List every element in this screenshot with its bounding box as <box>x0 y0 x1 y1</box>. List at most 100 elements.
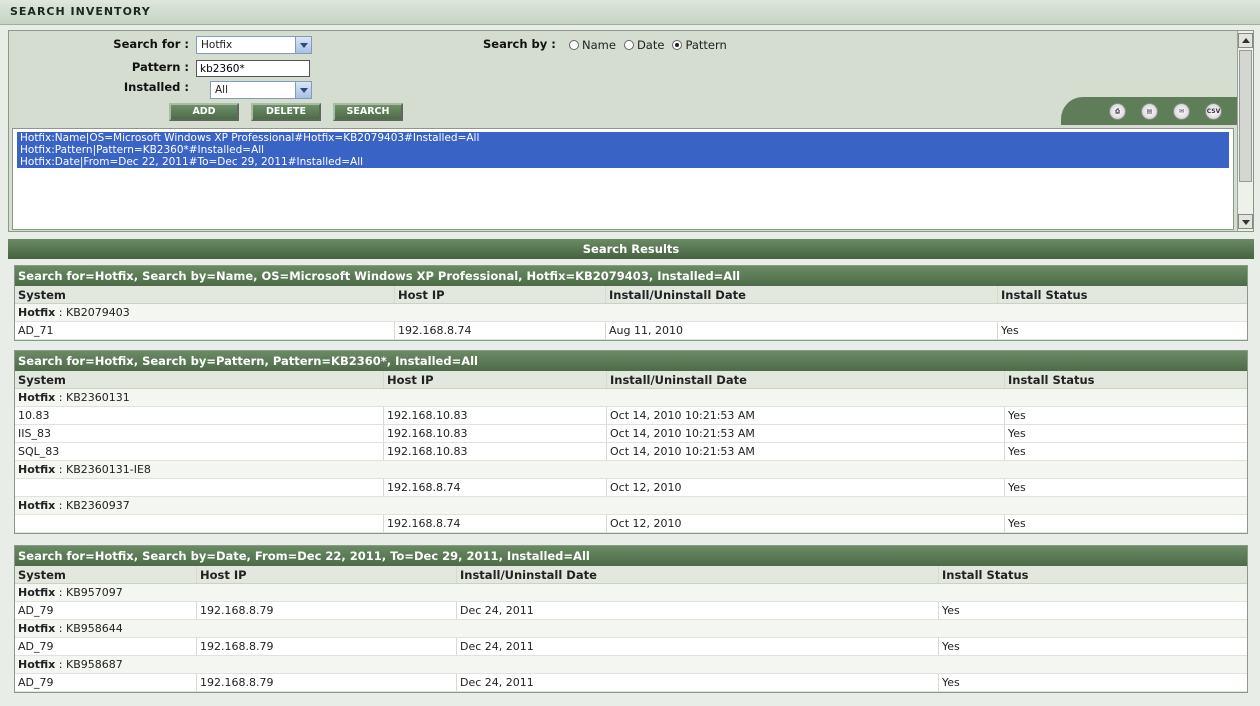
hotfix-key: Hotfix <box>18 391 56 404</box>
add-button[interactable]: ADD <box>169 103 239 121</box>
table-row[interactable]: IIS_83 192.168.10.83 Oct 14, 2010 10:21:53… <box>15 425 1247 443</box>
column-header: Install Status <box>1004 371 1095 388</box>
hotfix-key: Hotfix <box>18 306 56 319</box>
hotfix-group-row: Hotfix : KB2360131-IE8 <box>15 461 1247 479</box>
hotfix-id: : KB2360131 <box>55 391 130 404</box>
hotfix-group-row: Hotfix : KB2360937 <box>15 497 1247 515</box>
radio-pattern-label[interactable]: Pattern <box>685 38 726 52</box>
result-block: Search for=Hotfix, Search by=Name, OS=Mi… <box>14 265 1248 341</box>
search-form-panel: Search for : Hotfix Pattern : Installed … <box>8 30 1254 232</box>
list-item[interactable]: Hotfix:Name|OS=Microsoft Windows XP Prof… <box>17 132 1229 144</box>
scroll-up-icon[interactable] <box>1238 33 1253 48</box>
pattern-label: Pattern : <box>131 60 189 74</box>
table-cell: 192.168.10.83 <box>383 407 467 424</box>
pdf-icon[interactable]: ▤ <box>1141 103 1158 120</box>
column-header: Install Status <box>938 566 1029 583</box>
search-button[interactable]: SEARCH <box>333 103 403 121</box>
hotfix-group-row: Hotfix : KB957097 <box>15 584 1247 602</box>
hotfix-label: Hotfix : KB2360937 <box>15 497 130 514</box>
table-cell: AD_79 <box>18 676 54 689</box>
vertical-scrollbar[interactable] <box>1237 31 1253 231</box>
hotfix-group-row: Hotfix : KB2079403 <box>15 304 1247 322</box>
column-header: Install Status <box>997 286 1088 303</box>
table-cell: Yes <box>938 638 960 655</box>
column-header: System <box>18 288 66 302</box>
table-row[interactable]: AD_71 192.168.8.74 Aug 11, 2010 Yes <box>15 322 1247 340</box>
hotfix-id: : KB2360937 <box>55 499 130 512</box>
saved-queries-list[interactable]: Hotfix:Name|OS=Microsoft Windows XP Prof… <box>12 128 1234 230</box>
table-row[interactable]: 192.168.8.74 Oct 12, 2010 Yes <box>15 515 1247 533</box>
results-title: Search Results <box>8 239 1254 259</box>
table-row[interactable]: 192.168.8.74 Oct 12, 2010 Yes <box>15 479 1247 497</box>
installed-select[interactable]: All <box>210 81 312 99</box>
hotfix-label: Hotfix : KB958644 <box>15 620 123 637</box>
column-header: System <box>18 568 66 582</box>
table-cell: 192.168.8.74 <box>383 515 460 532</box>
page-title: SEARCH INVENTORY <box>10 5 151 18</box>
search-for-select[interactable]: Hotfix <box>196 36 312 54</box>
table-cell: AD_71 <box>18 324 54 337</box>
table-cell: 192.168.8.79 <box>196 602 273 619</box>
hotfix-group-row: Hotfix : KB2360131 <box>15 389 1247 407</box>
hotfix-label: Hotfix : KB2360131-IE8 <box>15 461 151 478</box>
radio-pattern[interactable] <box>672 40 683 50</box>
column-header: System <box>18 373 66 387</box>
table-cell: Yes <box>938 602 960 619</box>
table-cell: 10.83 <box>18 409 50 422</box>
csv-icon[interactable]: CSV <box>1205 103 1222 120</box>
table-cell: 192.168.8.79 <box>196 638 273 655</box>
table-cell: Oct 14, 2010 10:21:53 AM <box>606 407 755 424</box>
table-cell: 192.168.8.74 <box>394 322 471 339</box>
column-header: Install/Uninstall Date <box>606 371 747 388</box>
hotfix-label: Hotfix : KB958687 <box>15 656 123 673</box>
hotfix-key: Hotfix <box>18 622 56 635</box>
export-toolbar: ⎙ ▤ ✉ CSV <box>1061 97 1246 125</box>
hotfix-label: Hotfix : KB2360131 <box>15 389 130 406</box>
print-icon[interactable]: ⎙ <box>1109 103 1126 120</box>
title-bar: SEARCH INVENTORY <box>0 0 1260 25</box>
radio-name-label[interactable]: Name <box>582 38 616 52</box>
table-cell: Dec 24, 2011 <box>456 602 534 619</box>
table-cell: AD_79 <box>18 604 54 617</box>
table-cell: Yes <box>938 674 960 691</box>
radio-date-label[interactable]: Date <box>637 38 665 52</box>
table-row[interactable]: SQL_83 192.168.10.83 Oct 14, 2010 10:21:53… <box>15 443 1247 461</box>
table-cell: Yes <box>1004 479 1026 496</box>
table-cell: Yes <box>1004 407 1026 424</box>
table-cell <box>15 479 18 496</box>
hotfix-label: Hotfix : KB2079403 <box>15 304 130 321</box>
table-cell: Dec 24, 2011 <box>456 674 534 691</box>
column-header: Host IP <box>394 286 445 303</box>
table-cell: Yes <box>1004 515 1026 532</box>
result-block: Search for=Hotfix, Search by=Date, From=… <box>14 545 1248 693</box>
scroll-down-icon[interactable] <box>1238 214 1253 229</box>
chevron-down-icon[interactable] <box>295 82 311 98</box>
table-cell: AD_79 <box>18 640 54 653</box>
table-cell: Oct 12, 2010 <box>606 515 682 532</box>
hotfix-group-row: Hotfix : KB958687 <box>15 656 1247 674</box>
table-header-row: System Host IP Install/Uninstall Date Insta… <box>15 566 1247 584</box>
search-for-label: Search for : <box>113 37 189 51</box>
column-header: Install/Uninstall Date <box>605 286 746 303</box>
chevron-down-icon[interactable] <box>295 37 311 53</box>
radio-date[interactable] <box>623 40 634 50</box>
table-cell: Yes <box>1004 443 1026 460</box>
table-row[interactable]: 10.83 192.168.10.83 Oct 14, 2010 10:21:53 … <box>15 407 1247 425</box>
result-block: Search for=Hotfix, Search by=Pattern, Pa… <box>14 350 1248 534</box>
search-by-radio-group: Name Date Pattern <box>561 38 727 52</box>
pattern-input[interactable] <box>196 60 310 77</box>
hotfix-group-row: Hotfix : KB958644 <box>15 620 1247 638</box>
table-row[interactable]: AD_79 192.168.8.79 Dec 24, 2011 Yes <box>15 602 1247 620</box>
radio-name[interactable] <box>569 40 579 50</box>
list-item[interactable]: Hotfix:Pattern|Pattern=KB2360*#Installed… <box>17 144 1229 156</box>
table-cell: IIS_83 <box>18 427 51 440</box>
list-item[interactable]: Hotfix:Date|From=Dec 22, 2011#To=Dec 29,… <box>17 156 1229 168</box>
hotfix-key: Hotfix <box>18 463 56 476</box>
email-icon[interactable]: ✉ <box>1173 103 1190 120</box>
installed-label: Installed : <box>123 80 189 94</box>
table-row[interactable]: AD_79 192.168.8.79 Dec 24, 2011 Yes <box>15 674 1247 692</box>
scroll-thumb[interactable] <box>1239 50 1252 182</box>
table-cell: Yes <box>1004 425 1026 442</box>
delete-button[interactable]: DELETE <box>251 103 321 121</box>
table-row[interactable]: AD_79 192.168.8.79 Dec 24, 2011 Yes <box>15 638 1247 656</box>
